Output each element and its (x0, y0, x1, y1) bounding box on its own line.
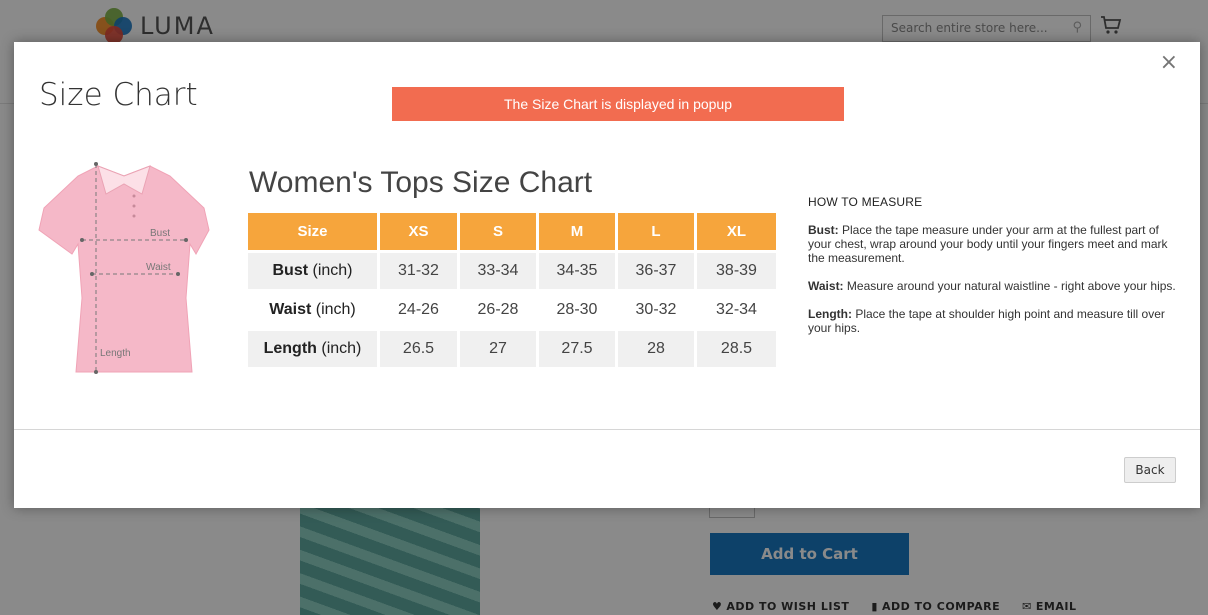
table-cell: 24-26 (380, 289, 460, 328)
table-row: Waist (inch) 24-26 26-28 28-30 30-32 32-… (248, 289, 776, 328)
table-cell: 28.5 (697, 328, 776, 367)
table-cell: 27.5 (539, 328, 618, 367)
size-chart-table: Size XS S M L XL Bust (inch) 31-32 33-34… (248, 213, 776, 367)
table-cell: 28-30 (539, 289, 618, 328)
row-label: Waist (inch) (248, 289, 380, 328)
size-header-cell: XS (380, 213, 460, 250)
table-row: Bust (inch) 31-32 33-34 34-35 36-37 38-3… (248, 250, 776, 289)
table-cell: 34-35 (539, 250, 618, 289)
table-cell: 33-34 (460, 250, 539, 289)
table-cell: 32-34 (697, 289, 776, 328)
how-to-measure-heading: HOW TO MEASURE (808, 195, 923, 209)
table-row: Length (inch) 26.5 27 27.5 28 28.5 (248, 328, 776, 367)
size-chart-title: Women's Tops Size Chart (249, 166, 593, 199)
close-icon[interactable]: × (1160, 52, 1178, 74)
table-cell: 27 (460, 328, 539, 367)
length-label: Length (100, 348, 131, 359)
how-to-measure-section: HOW TO MEASURE Bust: Place the tape meas… (808, 195, 1178, 349)
modal-title: Size Chart (39, 77, 198, 113)
measure-instruction-bust: Bust: Place the tape measure under your … (808, 223, 1168, 265)
row-label: Bust (inch) (248, 250, 380, 289)
size-header-cell: Size (248, 213, 380, 250)
size-header-cell: S (460, 213, 539, 250)
bust-label: Bust (150, 228, 170, 239)
waist-label: Waist (146, 262, 171, 273)
row-label: Length (inch) (248, 328, 380, 367)
size-header-row: Size XS S M L XL (248, 213, 776, 250)
measure-instruction-waist: Waist: Measure around your natural waist… (808, 279, 1176, 293)
table-cell: 26-28 (460, 289, 539, 328)
table-cell: 36-37 (618, 250, 697, 289)
size-chart-modal: × Size Chart The Size Chart is displayed… (14, 42, 1200, 508)
table-cell: 28 (618, 328, 697, 367)
modal-footer: Back (14, 429, 1200, 508)
size-header-cell: XL (697, 213, 776, 250)
back-button[interactable]: Back (1124, 457, 1176, 483)
table-cell: 31-32 (380, 250, 460, 289)
size-header-cell: L (618, 213, 697, 250)
table-cell: 30-32 (618, 289, 697, 328)
table-cell: 38-39 (697, 250, 776, 289)
table-cell: 26.5 (380, 328, 460, 367)
size-header-cell: M (539, 213, 618, 250)
shirt-measurement-illustration: Bust Waist Length (38, 162, 210, 374)
popup-banner: The Size Chart is displayed in popup (392, 87, 844, 121)
measure-instruction-length: Length: Place the tape at shoulder high … (808, 307, 1165, 335)
